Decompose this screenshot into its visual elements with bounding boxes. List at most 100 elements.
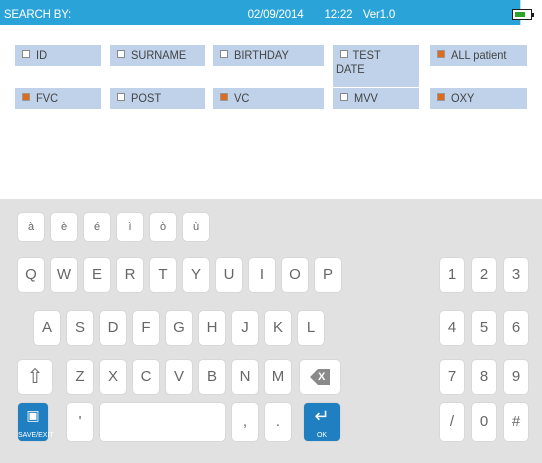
option-test-date[interactable]: TEST DATE [333,45,419,87]
key-label: é [93,221,101,233]
key-l[interactable]: L [298,311,324,345]
option-label: MVV [354,91,378,105]
key-label: R [124,266,136,283]
option-birthday[interactable]: BIRTHDAY [213,45,324,66]
numpad-key-9[interactable]: 9 [504,360,528,394]
key-a[interactable]: A [34,311,60,345]
key-w[interactable]: W [51,258,77,292]
backspace-key[interactable]: X [300,360,340,394]
key-h[interactable]: H [199,311,225,345]
key-label: B [206,368,217,385]
key-label: ì [128,221,132,233]
key-label: P [322,266,333,283]
key-t[interactable]: T [150,258,176,292]
option-label: OXY [451,91,475,105]
key-label: 5 [479,319,489,336]
option-label: BIRTHDAY [234,48,289,62]
numpad-key-3[interactable]: 3 [504,258,528,292]
key-label: S [74,319,85,336]
key-j[interactable]: J [232,311,258,345]
option-label: ID [36,48,48,62]
space-bar[interactable] [100,403,225,441]
option-label: TEST DATE [336,48,381,76]
search-by-title: SEARCH BY: [3,7,72,21]
option-fvc[interactable]: FVC [15,88,101,109]
numpad-key-8[interactable]: 8 [472,360,496,394]
numpad-key-5[interactable]: 5 [472,311,496,345]
key-label: # [511,413,521,430]
key-v[interactable]: V [166,360,192,394]
save-exit-button[interactable]: ▣ SAVE/EXIT [18,403,54,441]
option-post[interactable]: POST [110,88,205,109]
numpad-key-0[interactable]: 0 [472,403,496,441]
key-label: . [275,413,281,430]
key-b[interactable]: B [199,360,225,394]
key-label: à [27,221,35,233]
checkbox-icon [22,50,30,58]
numpad-key-hash[interactable]: # [504,403,528,441]
key-p[interactable]: P [315,258,341,292]
key-apostrophe[interactable]: ' [67,403,93,441]
option-label: POST [131,91,162,105]
key-k[interactable]: K [265,311,291,345]
numpad-key-1[interactable]: 1 [440,258,464,292]
key-x[interactable]: X [100,360,126,394]
numpad-key-2[interactable]: 2 [472,258,496,292]
key-label: ò [159,221,167,233]
key-label: Z [75,368,85,385]
key-a-grave[interactable]: à [18,213,44,241]
key-r[interactable]: R [117,258,143,292]
option-vc[interactable]: VC [213,88,324,109]
key-i[interactable]: I [249,258,275,292]
option-surname[interactable]: SURNAME [110,45,205,66]
key-label: è [60,221,68,233]
time-display: 12:22 [324,7,353,21]
key-c[interactable]: C [133,360,159,394]
key-comma[interactable]: , [232,403,258,441]
key-label: 8 [479,368,489,385]
option-mvv[interactable]: MVV [333,88,419,109]
numpad-key-4[interactable]: 4 [440,311,464,345]
option-all-patient[interactable]: ALL patient [430,45,527,66]
key-label: 2 [479,266,489,283]
key-d[interactable]: D [100,311,126,345]
key-label: W [56,266,72,283]
ok-enter-button[interactable]: ↵ OK [304,403,340,441]
key-q[interactable]: Q [18,258,44,292]
key-label: I [259,266,265,283]
key-label: 6 [511,319,521,336]
option-id[interactable]: ID [15,45,101,66]
checkbox-icon [117,50,125,58]
version-display: Ver1.0 [362,7,396,21]
key-o[interactable]: O [282,258,308,292]
key-n[interactable]: N [232,360,258,394]
key-m[interactable]: M [265,360,291,394]
numpad-key-6[interactable]: 6 [504,311,528,345]
key-label: E [91,266,102,283]
save-exit-label: SAVE/EXIT [18,432,54,439]
key-label: 0 [479,413,489,430]
key-f[interactable]: F [133,311,159,345]
key-u[interactable]: U [216,258,242,292]
key-label: 3 [511,266,521,283]
option-oxy[interactable]: OXY [430,88,527,109]
title-bar: SEARCH BY: 02/09/2014 12:22 Ver1.0 [0,0,521,25]
numpad-key-slash[interactable]: / [440,403,464,441]
key-e[interactable]: E [84,258,110,292]
key-y[interactable]: Y [183,258,209,292]
ok-label: OK [316,432,328,439]
key-i-grave[interactable]: ì [117,213,143,241]
key-o-grave[interactable]: ò [150,213,176,241]
key-s[interactable]: S [67,311,93,345]
key-label: ' [78,413,82,430]
key-g[interactable]: G [166,311,192,345]
key-label: 4 [447,319,457,336]
key-e-acute[interactable]: é [84,213,110,241]
numpad-key-7[interactable]: 7 [440,360,464,394]
shift-key[interactable]: ⇧ [18,360,52,394]
key-z[interactable]: Z [67,360,93,394]
key-label: Y [190,266,201,283]
key-e-grave[interactable]: è [51,213,77,241]
key-period[interactable]: . [265,403,291,441]
key-u-grave[interactable]: ù [183,213,209,241]
